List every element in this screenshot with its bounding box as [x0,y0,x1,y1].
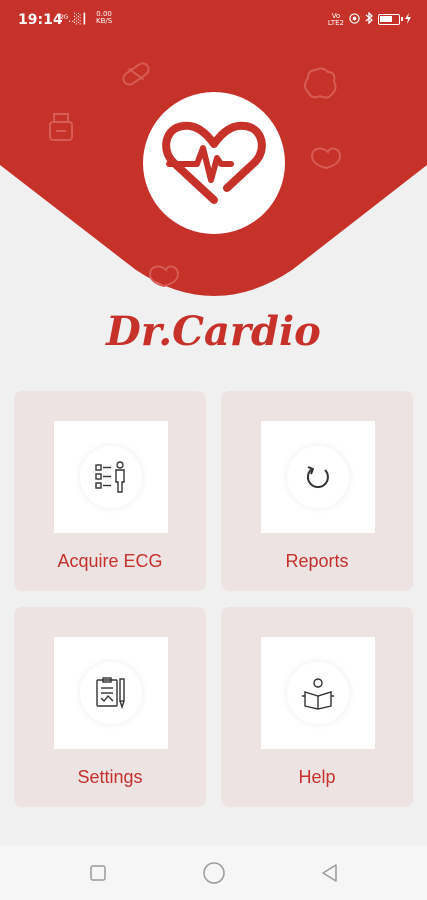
status-right-group: Vo LTE2 [327,11,411,27]
app-logo [143,92,285,234]
acquire-ecg-tile [54,421,168,533]
volte-line2: LTE2 [327,18,344,27]
system-navigation-bar [0,845,427,900]
help-card[interactable]: Help [221,607,413,807]
refresh-icon [306,466,329,489]
settings-icon-ring [80,662,142,724]
settings-tile [54,637,168,749]
location-icon [349,12,360,27]
recent-apps-button[interactable] [86,861,110,885]
home-button[interactable] [202,861,226,885]
battery-icon [378,14,403,25]
help-label: Help [298,767,336,787]
status-bar: 19:14 ²ᴳ‥░┃ 0.00 KB/S Vo LTE2 [0,0,427,40]
reading-person-icon [302,678,334,710]
checklist-person-icon [95,461,125,493]
heart-pulse-icon [162,121,266,204]
header-banner: 19:14 ²ᴳ‥░┃ 0.00 KB/S Vo LTE2 [0,0,427,300]
help-icon-ring [287,662,349,724]
reports-icon-ring [287,446,349,508]
clipboard-pen-icon [96,677,125,710]
signal-strength-icon: ²ᴳ‥░┃ [60,14,87,25]
network-speed-unit: KB/S [96,17,113,25]
reports-card[interactable]: Reports [221,391,413,591]
network-speed: 0.00 KB/S [96,11,112,25]
acquire-ecg-label: Acquire ECG [57,551,163,571]
help-tile [261,637,375,749]
settings-label: Settings [77,767,143,787]
charging-icon [405,12,411,27]
reports-tile [261,421,375,533]
reports-label: Reports [285,551,349,571]
bluetooth-icon [365,11,373,27]
back-button[interactable] [318,861,342,885]
back-icon [322,864,337,882]
acquire-ecg-card[interactable]: Acquire ECG [14,391,206,591]
recent-apps-icon [90,865,106,881]
acquire-ecg-icon-ring [80,446,142,508]
app-title: Dr.Cardio [106,308,321,355]
settings-card[interactable]: Settings [14,607,206,807]
home-icon [203,862,225,884]
volte-indicator: Vo LTE2 [327,12,344,27]
status-time: 19:14 [18,12,63,28]
